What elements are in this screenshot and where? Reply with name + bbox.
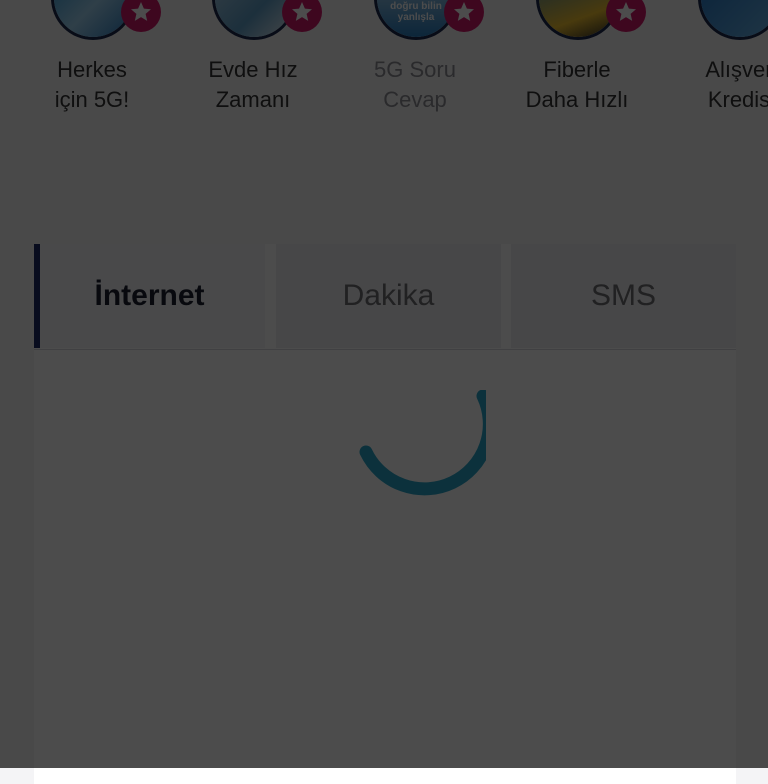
tab-divider: [34, 349, 736, 350]
story-label: 5G Soru Cevap: [374, 57, 456, 112]
star-icon: [606, 0, 646, 32]
tab-bar: İnternet Dakika SMS: [34, 244, 736, 350]
star-icon: [121, 0, 161, 32]
stories-carousel: Herkes için 5G! Evde Hız Zamanı doğru bi…: [0, 0, 768, 140]
star-icon: [282, 0, 322, 32]
story-label: Herkes için 5G!: [54, 57, 130, 112]
tab-dakika[interactable]: Dakika: [276, 244, 501, 348]
tab-internet[interactable]: İnternet: [34, 244, 265, 348]
star-icon: [444, 0, 484, 32]
story-label: Fiberle Daha Hızlı: [525, 57, 629, 112]
story-label: Alışver Kredis: [705, 57, 768, 112]
loading-spinner: [359, 390, 486, 496]
story-thumbnail: [698, 0, 768, 40]
tab-sms[interactable]: SMS: [511, 244, 736, 348]
story-label: Evde Hız Zamanı: [208, 57, 298, 112]
package-card: İnternet Dakika SMS: [34, 244, 736, 784]
